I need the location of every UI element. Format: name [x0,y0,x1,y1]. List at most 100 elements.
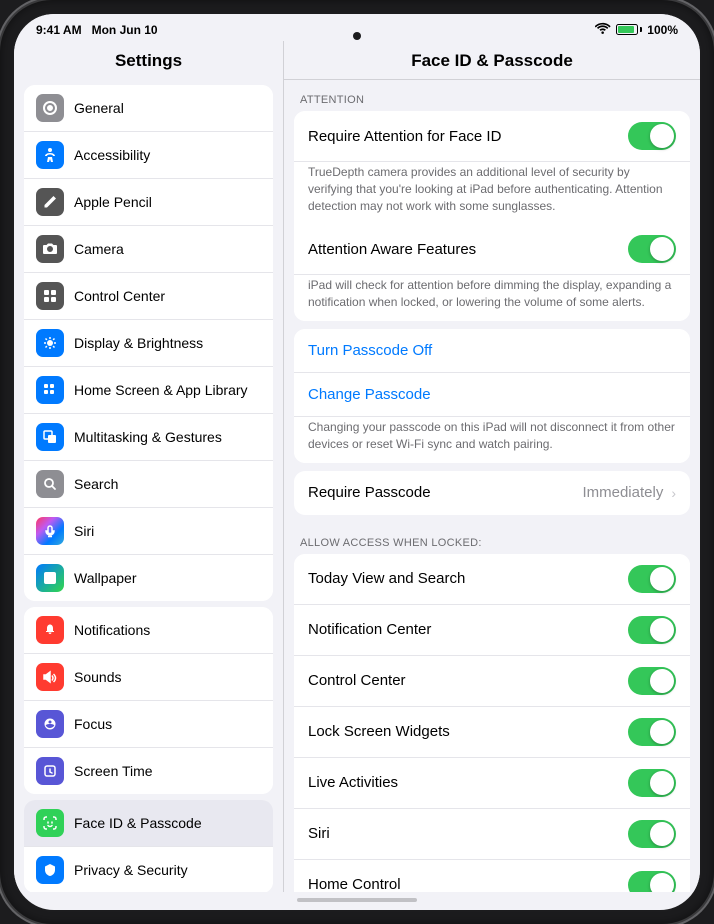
accessibility-icon [36,141,64,169]
row-today-view: Today View and Search [294,554,690,605]
status-time-date: 9:41 AM Mon Jun 10 [36,23,158,37]
sidebar-label-privacy: Privacy & Security [74,862,188,878]
top-camera-dot [353,32,361,40]
control-center-toggle[interactable] [628,667,676,695]
attention-aware-toggle[interactable] [628,235,676,263]
battery-icon [616,24,642,35]
section-header-allow-access: ALLOW ACCESS WHEN LOCKED: [284,523,700,554]
sidebar: Settings General Accessibility [14,41,284,892]
row-control-center: Control Center [294,656,690,707]
lock-screen-widgets-label: Lock Screen Widgets [308,723,450,740]
sidebar-label-control-center: Control Center [74,288,165,304]
sidebar-label-general: General [74,100,124,116]
today-view-toggle[interactable] [628,565,676,593]
sidebar-item-search[interactable]: Search [24,461,273,508]
require-passcode-val-text: Immediately [582,484,663,501]
live-activities-label: Live Activities [308,774,398,791]
row-require-passcode[interactable]: Require Passcode Immediately › [294,471,690,515]
sidebar-label-notifications: Notifications [74,622,150,638]
multitasking-icon [36,423,64,451]
passcode-group: Turn Passcode Off Change Passcode Changi… [294,329,690,463]
row-siri: Siri [294,809,690,860]
chevron-icon: › [671,485,676,501]
main-content: Settings General Accessibility [14,41,700,892]
screen-time-icon [36,757,64,785]
home-control-label: Home Control [308,876,401,892]
row-turn-passcode-off[interactable]: Turn Passcode Off [294,329,690,373]
siri-icon [36,517,64,545]
attention-aware-label: Attention Aware Features [308,241,476,258]
require-passcode-value: Immediately › [582,484,676,501]
row-change-passcode[interactable]: Change Passcode [294,373,690,417]
notifications-icon [36,616,64,644]
row-home-control: Home Control [294,860,690,892]
require-passcode-group: Require Passcode Immediately › [294,471,690,515]
require-attention-label: Require Attention for Face ID [308,128,501,145]
pencil-icon [36,188,64,216]
sidebar-label-sounds: Sounds [74,669,121,685]
sidebar-label-search: Search [74,476,118,492]
require-passcode-label: Require Passcode [308,484,431,501]
home-screen-icon [36,376,64,404]
sidebar-item-wallpaper[interactable]: Wallpaper [24,555,273,601]
row-live-activities: Live Activities [294,758,690,809]
today-view-label: Today View and Search [308,570,465,587]
ipad-device: 9:41 AM Mon Jun 10 100% [0,0,714,924]
sidebar-label-screen-time: Screen Time [74,763,153,779]
home-control-toggle[interactable] [628,871,676,892]
notification-center-label: Notification Center [308,621,431,638]
wallpaper-icon [36,564,64,592]
sidebar-item-accessibility[interactable]: Accessibility [24,132,273,179]
sidebar-label-face-id: Face ID & Passcode [74,815,202,831]
sidebar-group-1: General Accessibility Apple Pencil [24,85,273,601]
live-activities-toggle[interactable] [628,769,676,797]
general-icon [36,94,64,122]
attention-group: Require Attention for Face ID TrueDepth … [294,111,690,321]
control-center-icon [36,282,64,310]
sidebar-group-2: Notifications Sounds Focus [24,607,273,794]
section-header-attention: ATTENTION [284,80,700,111]
sidebar-item-display-brightness[interactable]: Display & Brightness [24,320,273,367]
sidebar-group-3: Face ID & Passcode Privacy & Security [24,800,273,892]
battery-percent: 100% [647,23,678,37]
sidebar-label-home-screen: Home Screen & App Library [74,382,248,398]
sidebar-item-apple-pencil[interactable]: Apple Pencil [24,179,273,226]
sidebar-item-multitasking[interactable]: Multitasking & Gestures [24,414,273,461]
change-passcode-label[interactable]: Change Passcode [308,386,431,403]
camera-icon [36,235,64,263]
require-attention-sublabel: TrueDepth camera provides an additional … [294,162,690,224]
sidebar-item-notifications[interactable]: Notifications [24,607,273,654]
notification-center-toggle[interactable] [628,616,676,644]
sidebar-title: Settings [14,41,283,79]
status-date: Mon Jun 10 [92,23,158,37]
sidebar-item-focus[interactable]: Focus [24,701,273,748]
siri-toggle[interactable] [628,820,676,848]
sounds-icon [36,663,64,691]
sidebar-item-face-id[interactable]: Face ID & Passcode [24,800,273,847]
siri-label: Siri [308,825,330,842]
turn-passcode-off-label[interactable]: Turn Passcode Off [308,342,432,359]
focus-icon [36,710,64,738]
sidebar-label-apple-pencil: Apple Pencil [74,194,152,210]
sidebar-item-sounds[interactable]: Sounds [24,654,273,701]
sidebar-item-siri[interactable]: Siri [24,508,273,555]
lock-screen-widgets-toggle[interactable] [628,718,676,746]
sidebar-label-siri: Siri [74,523,94,539]
row-attention-aware: Attention Aware Features [294,224,690,275]
wifi-icon [595,22,611,37]
sidebar-label-wallpaper: Wallpaper [74,570,137,586]
sidebar-item-control-center[interactable]: Control Center [24,273,273,320]
change-passcode-sublabel: Changing your passcode on this iPad will… [294,417,690,463]
privacy-icon [36,856,64,884]
right-panel: Face ID & Passcode ATTENTION Require Att… [284,41,700,892]
face-id-icon [36,809,64,837]
sidebar-item-privacy[interactable]: Privacy & Security [24,847,273,892]
sidebar-item-general[interactable]: General [24,85,273,132]
sidebar-item-camera[interactable]: Camera [24,226,273,273]
sidebar-item-screen-time[interactable]: Screen Time [24,748,273,794]
status-time: 9:41 AM [36,23,82,37]
require-attention-toggle[interactable] [628,122,676,150]
sidebar-label-accessibility: Accessibility [74,147,150,163]
sidebar-label-focus: Focus [74,716,112,732]
sidebar-item-home-screen[interactable]: Home Screen & App Library [24,367,273,414]
